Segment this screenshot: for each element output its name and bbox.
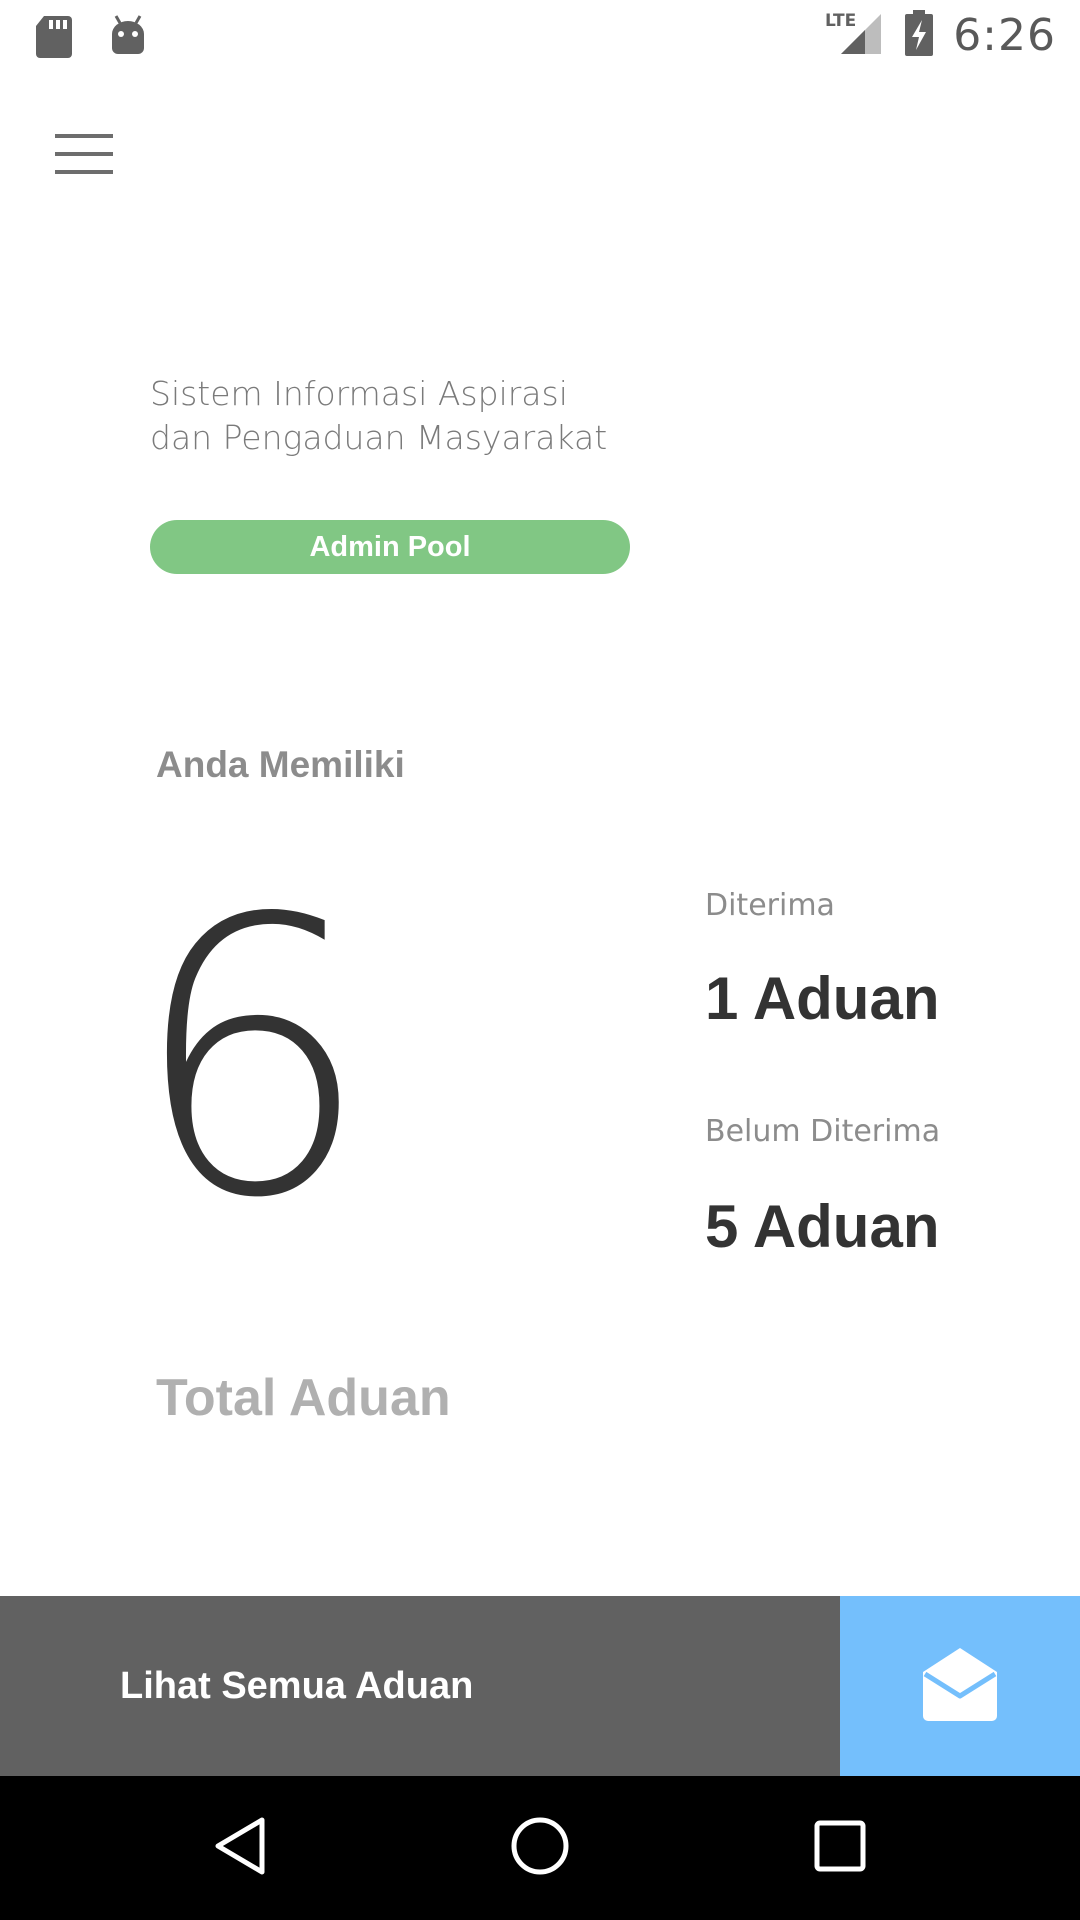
navigation-bar — [0, 1776, 1080, 1920]
bottom-action-bar: Lihat Semua Aduan — [0, 1596, 1080, 1776]
network-type-label: LTE — [825, 11, 856, 31]
app-title-line-2: dan Pengaduan Masyarakat — [150, 418, 608, 457]
recents-button[interactable] — [804, 1812, 876, 1884]
home-button[interactable] — [504, 1812, 576, 1884]
app-title: Sistem Informasi Aspirasi dan Pengaduan … — [150, 372, 750, 460]
role-badge: Admin Pool — [150, 520, 630, 574]
inbox-button[interactable] — [840, 1596, 1080, 1776]
total-count: 6 — [130, 838, 372, 1281]
android-debug-icon — [108, 14, 148, 63]
menu-button[interactable] — [38, 116, 130, 196]
status-bar: LTE 6:26 — [0, 0, 1080, 72]
back-button[interactable] — [204, 1812, 276, 1884]
sd-card-icon — [34, 14, 74, 63]
app-title-line-1: Sistem Informasi Aspirasi — [150, 374, 568, 413]
main-screen: LTE 6:26 Sistem Informasi Aspirasi dan P… — [0, 0, 1080, 1920]
home-icon — [510, 1816, 570, 1881]
view-all-label: Lihat Semua Aduan — [120, 1664, 474, 1707]
pending-label: Belum Diterima — [705, 1114, 941, 1149]
summary-heading: Anda Memiliki — [156, 744, 405, 785]
back-icon — [212, 1816, 268, 1881]
hamburger-menu-icon — [55, 133, 113, 180]
view-all-complaints-button[interactable]: Lihat Semua Aduan — [0, 1596, 840, 1776]
open-envelope-icon — [919, 1646, 1001, 1727]
lte-signal-icon: LTE — [825, 8, 885, 63]
total-label: Total Aduan — [156, 1369, 451, 1427]
battery-charging-icon — [903, 8, 935, 63]
received-label: Diterima — [705, 888, 835, 923]
received-count: 1 Aduan — [705, 965, 940, 1032]
pending-count: 5 Aduan — [705, 1193, 940, 1260]
recents-icon — [813, 1819, 867, 1878]
status-time: 6:26 — [953, 10, 1056, 61]
